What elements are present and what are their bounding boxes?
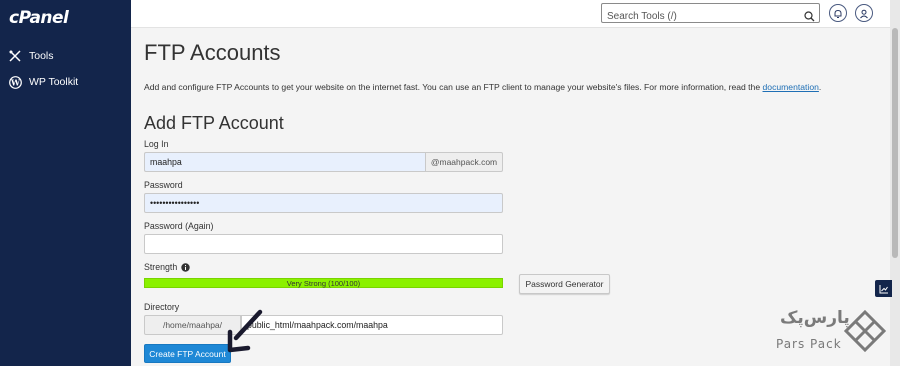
- login-domain-addon: @maahpack.com: [425, 152, 503, 172]
- info-icon[interactable]: [181, 262, 190, 272]
- sidebar-item-label: WP Toolkit: [29, 76, 79, 88]
- login-field[interactable]: maahpa: [144, 152, 425, 172]
- password-label: Password: [144, 180, 183, 190]
- page-title: FTP Accounts: [144, 40, 281, 65]
- notifications-button[interactable]: [829, 4, 847, 22]
- tools-icon: [8, 49, 22, 63]
- sidebar-item-tools[interactable]: Tools: [8, 47, 54, 65]
- parspack-logo-icon: [844, 310, 886, 352]
- search-icon[interactable]: [804, 7, 815, 26]
- sidebar: cPanel Tools W WP Toolkit: [0, 0, 131, 366]
- strength-meter: Very Strong (100/100): [144, 278, 503, 288]
- login-label: Log In: [144, 139, 169, 149]
- user-menu-button[interactable]: [855, 4, 873, 22]
- password-field[interactable]: ••••••••••••••••: [144, 193, 503, 213]
- description-end: .: [818, 82, 822, 92]
- user-icon: [859, 4, 869, 23]
- bell-icon: [833, 4, 843, 23]
- watermark-english-text: Pars Pack: [776, 337, 842, 351]
- wordpress-icon: W: [8, 75, 22, 89]
- strength-label: Strength: [144, 262, 178, 272]
- strength-label-row: Strength: [144, 262, 190, 272]
- sidebar-item-wp-toolkit[interactable]: W WP Toolkit: [8, 73, 78, 91]
- password-generator-button[interactable]: Password Generator: [519, 274, 610, 294]
- sidebar-item-label: Tools: [29, 50, 54, 62]
- directory-label: Directory: [144, 302, 180, 312]
- section-title: Add FTP Account: [144, 113, 284, 133]
- watermark-persian-text: پارس‌پک: [780, 308, 850, 328]
- stats-toggle-button[interactable]: [875, 280, 892, 297]
- cpanel-logo[interactable]: cPanel: [9, 8, 69, 28]
- parspack-watermark: پارس‌پک Pars Pack: [774, 306, 886, 358]
- create-ftp-account-button[interactable]: Create FTP Account: [144, 344, 231, 363]
- documentation-link[interactable]: documentation: [763, 82, 819, 92]
- top-bar: [131, 0, 890, 28]
- svg-text:W: W: [10, 77, 21, 87]
- password-again-label: Password (Again): [144, 221, 214, 231]
- search-input[interactable]: [602, 7, 792, 26]
- description-text: Add and configure FTP Accounts to get yo…: [144, 82, 761, 92]
- chart-icon: [879, 279, 889, 298]
- scrollbar-thumb[interactable]: [892, 28, 898, 258]
- directory-field[interactable]: public_html/maahpack.com/maahpa: [241, 315, 503, 335]
- password-again-field[interactable]: [144, 234, 503, 254]
- pointer-arrow-icon: [227, 309, 263, 353]
- page-description: Add and configure FTP Accounts to get yo…: [144, 82, 821, 92]
- search-box: [601, 3, 820, 26]
